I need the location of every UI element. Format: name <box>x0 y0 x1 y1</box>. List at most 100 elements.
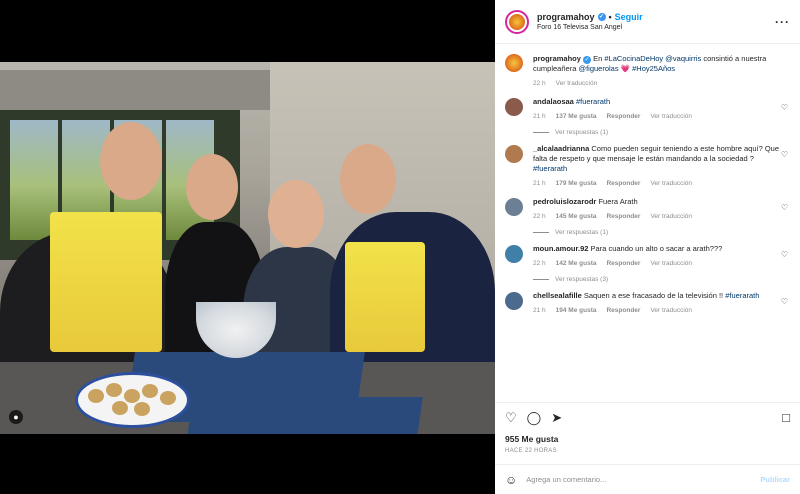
caption-time[interactable]: 22 h <box>533 79 546 89</box>
cookie <box>142 384 158 398</box>
translate-link[interactable]: Ver traducción <box>650 212 692 222</box>
hoy-apron <box>50 212 162 352</box>
emoji-icon[interactable]: ☺ <box>505 473 517 487</box>
follow-button[interactable]: Seguir <box>615 12 643 22</box>
comment-username[interactable]: moun.amour.92 <box>533 244 588 253</box>
hashtag-link[interactable]: #Hoy25Años <box>632 64 675 73</box>
heart-icon[interactable]: ♡ <box>781 250 788 259</box>
translate-link[interactable]: Ver traducción <box>650 259 692 269</box>
verified-badge-icon: ✓ <box>583 56 592 64</box>
tagged-people-icon[interactable]: ● <box>9 410 23 424</box>
comment-avatar[interactable] <box>505 292 523 310</box>
translate-link[interactable]: Ver traducción <box>650 112 692 122</box>
post-media[interactable]: ● <box>0 0 495 494</box>
view-replies[interactable]: Ver respuestas (3) <box>533 276 790 283</box>
comment-time[interactable]: 21 h <box>533 306 546 316</box>
comment-avatar[interactable] <box>505 198 523 216</box>
comments-list[interactable]: programahoy ✓ En #LaCocinaDeHoy @vaquirr… <box>495 46 800 396</box>
caption-avatar[interactable] <box>505 54 523 72</box>
person-head <box>100 122 162 200</box>
comment-time[interactable]: 22 h <box>533 259 546 269</box>
comment-likes[interactable]: 142 Me gusta <box>556 259 597 269</box>
comment-meta: 21 h 137 Me gusta Responder Ver traducción <box>533 112 783 122</box>
reply-button[interactable]: Responder <box>606 259 640 269</box>
likes-count[interactable]: 955 Me gusta <box>505 434 558 444</box>
reply-button[interactable]: Responder <box>606 112 640 122</box>
comment-likes[interactable]: 145 Me gusta <box>556 212 597 222</box>
replies-dash <box>533 232 549 233</box>
heart-icon[interactable]: ♡ <box>781 203 788 212</box>
hashtag-link[interactable]: #LaCocinaDeHoy <box>604 54 663 63</box>
caption-username[interactable]: programahoy <box>533 54 581 63</box>
comment-username[interactable]: pedroluislozarodr <box>533 197 596 206</box>
mention-link[interactable]: @vaquirris <box>665 54 701 63</box>
reply-button[interactable]: Responder <box>606 306 640 316</box>
location-link[interactable]: Foro 16 Televisa San Angel <box>537 24 775 31</box>
comment-item: andalaosaa #fuerarath 21 h 137 Me gusta Res… <box>505 97 790 136</box>
reply-button[interactable]: Responder <box>606 179 640 189</box>
hoy-apron <box>345 242 425 352</box>
comment-time[interactable]: 22 h <box>533 212 546 222</box>
heart-icon[interactable]: ♡ <box>781 150 788 159</box>
comment-body: moun.amour.92 Para cuando un alto o saca… <box>533 244 783 269</box>
comment-likes[interactable]: 179 Me gusta <box>556 179 597 189</box>
cookie-plate <box>75 372 190 428</box>
hashtag-link[interactable]: #fuerarath <box>576 97 610 106</box>
heart-icon[interactable]: ♡ <box>781 297 788 306</box>
caption: programahoy ✓ En #LaCocinaDeHoy @vaquirr… <box>505 54 790 89</box>
comment-body: _alcalaadrianna Como pueden seguir tenie… <box>533 144 783 189</box>
comment-likes[interactable]: 137 Me gusta <box>556 112 597 122</box>
comment-meta: 22 h 142 Me gusta Responder Ver traducción <box>533 259 783 269</box>
caption-text: 💗 <box>618 64 633 73</box>
comment-icon[interactable]: ◯ <box>527 410 542 426</box>
post-time[interactable]: HACE 22 HORAS <box>505 448 557 454</box>
verified-badge-icon: ✓ <box>597 13 606 21</box>
translate-link[interactable]: Ver traducción <box>650 306 692 316</box>
caption-body: programahoy ✓ En #LaCocinaDeHoy @vaquirr… <box>533 54 783 89</box>
comment-avatar[interactable] <box>505 145 523 163</box>
translate-link[interactable]: Ver traducción <box>556 79 598 89</box>
comment-meta: 22 h 145 Me gusta Responder Ver traducción <box>533 212 783 222</box>
cookie <box>160 391 176 405</box>
view-replies[interactable]: Ver respuestas (1) <box>533 129 790 136</box>
header-text: programahoy ✓ • Seguir Foro 16 Televisa … <box>537 12 775 31</box>
view-replies[interactable]: Ver respuestas (1) <box>533 229 790 236</box>
post-panel: programahoy ✓ • Seguir Foro 16 Televisa … <box>495 0 800 494</box>
comment: pedroluislozarodr Fuera Arath 22 h 145 Me … <box>505 197 790 222</box>
comment-body: andalaosaa #fuerarath 21 h 137 Me gusta Res… <box>533 97 783 122</box>
comment-input[interactable]: Agrega un comentario... <box>526 475 760 484</box>
comment-avatar[interactable] <box>505 245 523 263</box>
comment-username[interactable]: chellsealafille <box>533 291 582 300</box>
cookie <box>106 383 122 397</box>
range-hood <box>0 70 270 110</box>
view-replies-label: Ver respuestas (1) <box>555 129 609 136</box>
publish-button[interactable]: Publicar <box>760 475 790 484</box>
reply-button[interactable]: Responder <box>606 212 640 222</box>
bookmark-icon[interactable]: □ <box>782 410 790 425</box>
person-head <box>268 180 324 248</box>
comment-likes[interactable]: 194 Me gusta <box>556 306 597 316</box>
header-line: programahoy ✓ • Seguir <box>537 12 775 22</box>
hashtag-link[interactable]: #fuerarath <box>533 164 567 173</box>
comment-avatar[interactable] <box>505 98 523 116</box>
translate-link[interactable]: Ver traducción <box>650 179 692 189</box>
person-head <box>340 144 396 214</box>
add-comment-bar: ☺ Agrega un comentario... Publicar <box>495 464 800 494</box>
username-link[interactable]: programahoy <box>537 12 595 22</box>
post-photo[interactable] <box>0 62 495 434</box>
share-icon[interactable]: ➤ <box>551 410 562 426</box>
cookie <box>88 389 104 403</box>
comment-username[interactable]: _alcalaadrianna <box>533 144 589 153</box>
comment-time[interactable]: 21 h <box>533 112 546 122</box>
heart-icon[interactable]: ♡ <box>505 410 517 426</box>
view-replies-label: Ver respuestas (1) <box>555 229 609 236</box>
comment-username[interactable]: andalaosaa <box>533 97 574 106</box>
hashtag-link[interactable]: #fuerarath <box>725 291 759 300</box>
heart-icon[interactable]: ♡ <box>781 103 788 112</box>
comment-time[interactable]: 21 h <box>533 179 546 189</box>
person-head <box>186 154 238 220</box>
profile-avatar[interactable] <box>505 9 529 34</box>
ellipsis-icon[interactable]: ··· <box>775 15 790 29</box>
comment-meta: 21 h 179 Me gusta Responder Ver traducción <box>533 179 783 189</box>
mention-link[interactable]: @figuerolas <box>578 64 618 73</box>
